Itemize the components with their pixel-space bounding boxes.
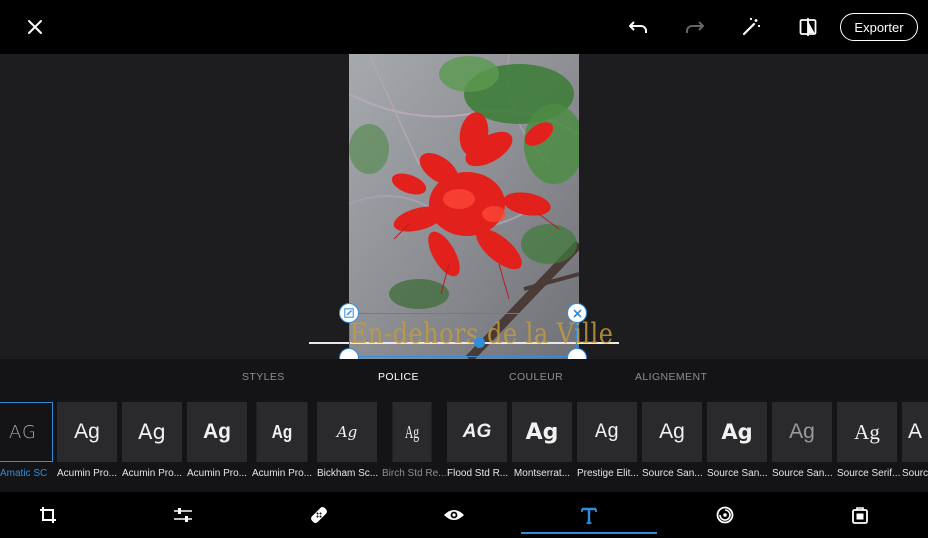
font-sample: Ag [122, 402, 182, 462]
font-item[interactable]: Ag Source San... [642, 402, 703, 479]
font-sample: Ag [392, 402, 432, 462]
adjust-sliders-icon[interactable] [171, 503, 195, 527]
font-sample: Ag [317, 402, 377, 462]
font-sample: Ag [57, 402, 117, 462]
font-item[interactable]: Ag Acumin Pro... [252, 402, 312, 479]
font-sample: Ag [837, 402, 897, 462]
font-label: Birch Std Re... [382, 468, 447, 479]
font-item[interactable]: Ag Acumin Pro... [187, 402, 247, 479]
compare-icon[interactable] [793, 12, 823, 42]
delete-icon[interactable] [567, 303, 587, 323]
top-toolbar: Exporter [0, 0, 928, 54]
font-label: Montserrat... [513, 468, 571, 479]
tab-alignement[interactable]: ALIGNEMENT [635, 371, 707, 383]
font-label: Amatic SC [0, 468, 48, 479]
redo-icon[interactable] [680, 12, 710, 42]
font-sample: Ag [256, 402, 308, 462]
font-label: Prestige Elit... [577, 468, 639, 479]
edit-icon[interactable] [339, 303, 359, 323]
font-item[interactable]: Ag Acumin Pro... [122, 402, 182, 479]
font-label: Source San... [707, 468, 768, 479]
tab-police[interactable]: POLICE [378, 371, 419, 383]
font-label: Acumin Pro... [187, 468, 248, 479]
undo-icon[interactable] [623, 12, 653, 42]
rotation-handle[interactable] [474, 337, 485, 348]
healing-icon[interactable] [307, 503, 331, 527]
font-sample: A [902, 402, 928, 462]
close-icon[interactable] [20, 12, 50, 42]
font-sample: Ag [577, 402, 637, 462]
font-picker[interactable]: AG Amatic SC Ag Acumin Pro... Ag Acumin … [0, 399, 928, 492]
font-label: Flood Std R... [447, 468, 509, 479]
font-label: Source San... [642, 468, 703, 479]
tab-styles[interactable]: STYLES [242, 371, 285, 383]
magic-wand-icon[interactable] [736, 12, 766, 42]
bottom-toolbar [0, 492, 928, 538]
font-item[interactable]: Ag Acumin Pro... [57, 402, 117, 479]
font-item[interactable]: Ag Montserrat... [512, 402, 572, 479]
font-sample: AG [0, 402, 53, 462]
overlay-text[interactable]: En-dehors de la Ville [350, 318, 613, 350]
font-item[interactable]: Ag Prestige Elit... [577, 402, 639, 479]
font-item[interactable]: Ag Source San... [772, 402, 833, 479]
font-item[interactable]: Ag Source San... [707, 402, 768, 479]
font-sample: Ag [187, 402, 247, 462]
tab-couleur[interactable]: COULEUR [509, 371, 563, 383]
font-item[interactable]: A Sourc [902, 402, 928, 479]
export-button[interactable]: Exporter [840, 13, 918, 41]
font-sample: Ag [707, 402, 767, 462]
crop-icon[interactable] [36, 503, 60, 527]
frame-icon[interactable] [848, 503, 872, 527]
font-sample: AG [447, 402, 507, 462]
sticker-icon[interactable] [713, 503, 737, 527]
font-label: Acumin Pro... [252, 468, 313, 479]
font-label: Source San... [772, 468, 833, 479]
text-icon[interactable] [577, 503, 601, 527]
font-label: Acumin Pro... [122, 468, 183, 479]
text-overlay-box[interactable]: En-dehors de la Ville [349, 313, 613, 357]
font-label: Bickham Sc... [317, 468, 379, 479]
font-item[interactable]: Ag Birch Std Re... [382, 402, 447, 479]
font-sample: Ag [512, 402, 572, 462]
font-label: Acumin Pro... [57, 468, 118, 479]
font-item[interactable]: Ag Bickham Sc... [317, 402, 379, 479]
font-sample: Ag [772, 402, 832, 462]
font-item[interactable]: AG Flood Std R... [447, 402, 509, 479]
active-tool-indicator [521, 532, 657, 534]
font-item-amatic-sc[interactable]: AG Amatic SC [0, 402, 53, 479]
font-item[interactable]: Ag Source Serif... [837, 402, 901, 479]
font-sample: Ag [642, 402, 702, 462]
font-label: Source Serif... [837, 468, 901, 479]
eye-icon[interactable] [442, 503, 466, 527]
text-options-tabs: STYLES POLICE COULEUR ALIGNEMENT [0, 359, 928, 399]
font-label: Sourc [902, 468, 928, 479]
